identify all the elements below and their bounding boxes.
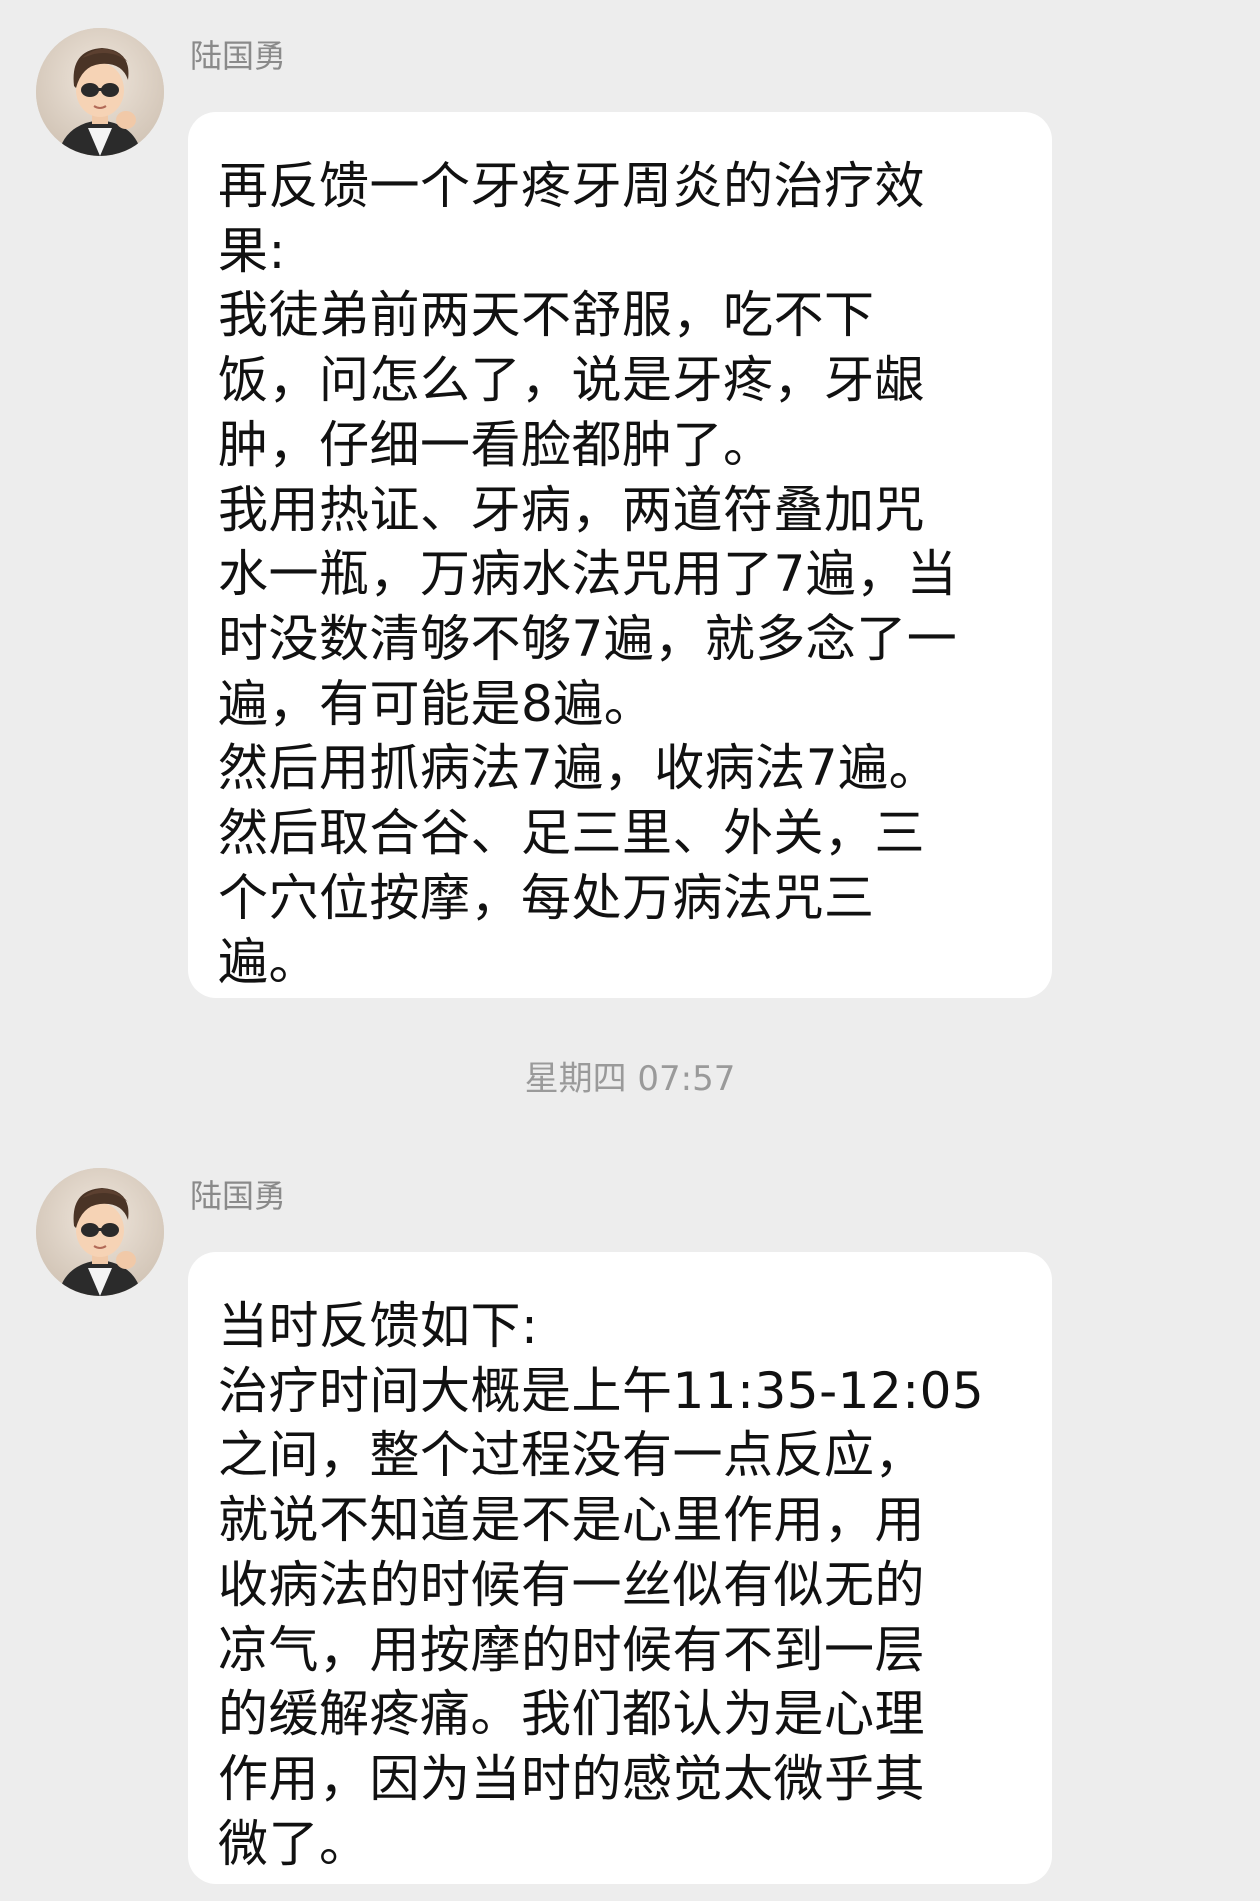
message-line: 然后用抓病法7遍，收病法7遍。 [218,739,940,798]
message-line: 我用热证、牙病，两道符叠加咒 [218,480,925,539]
message-bubble[interactable]: 再反馈一个牙疼牙周炎的治疗效 果: 我徒弟前两天不舒服，吃不下 饭，问怎么了，说… [188,112,1052,998]
message-line: 凉气，用按摩的时候有不到一层 [218,1620,925,1679]
sender-name: 陆国勇 [190,37,287,75]
message-line: 收病法的时候有一丝似有似无的 [218,1555,925,1614]
message-line: 饭，问怎么了，说是牙疼，牙龈 [218,351,925,410]
sender-name: 陆国勇 [190,1177,287,1215]
message-bubble[interactable]: 当时反馈如下: 治疗时间大概是上午11:35-12:05 之间，整个过程没有一点… [188,1252,1052,1884]
message-line: 之间，整个过程没有一点反应， [218,1426,925,1485]
message-line: 个穴位按摩，每处万病法咒三 [218,868,875,927]
timestamp-divider: 星期四 07:57 [524,1059,736,1099]
message-line: 肿，仔细一看脸都肿了。 [218,415,774,474]
message-line: 微了。 [218,1814,370,1873]
message-line: 遍，有可能是8遍。 [218,674,655,733]
message-line: 我徒弟前两天不舒服，吃不下 [218,286,875,345]
avatar-image [36,28,164,156]
message-line: 再反馈一个牙疼牙周炎的治疗效 [218,157,925,215]
message-line: 果: [218,221,286,280]
message-line: 的缓解疼痛。我们都认为是心理 [218,1685,925,1744]
message-line: 治疗时间大概是上午11:35-12:05 [218,1361,985,1420]
message-line: 作用，因为当时的感觉太微乎其 [218,1749,925,1808]
message-line: 就说不知道是不是心里作用，用 [218,1491,925,1550]
avatar[interactable] [36,1168,164,1296]
avatar-image [36,1168,164,1296]
message-line: 然后取合谷、足三里、外关，三 [218,804,925,863]
message-line: 时没数清够不够7遍，就多念了一 [218,609,958,668]
message-line: 当时反馈如下: [218,1297,539,1355]
message-line: 遍。 [218,933,319,992]
avatar[interactable] [36,28,164,156]
message-line: 水一瓶，万病水法咒用了7遍，当 [218,545,958,604]
